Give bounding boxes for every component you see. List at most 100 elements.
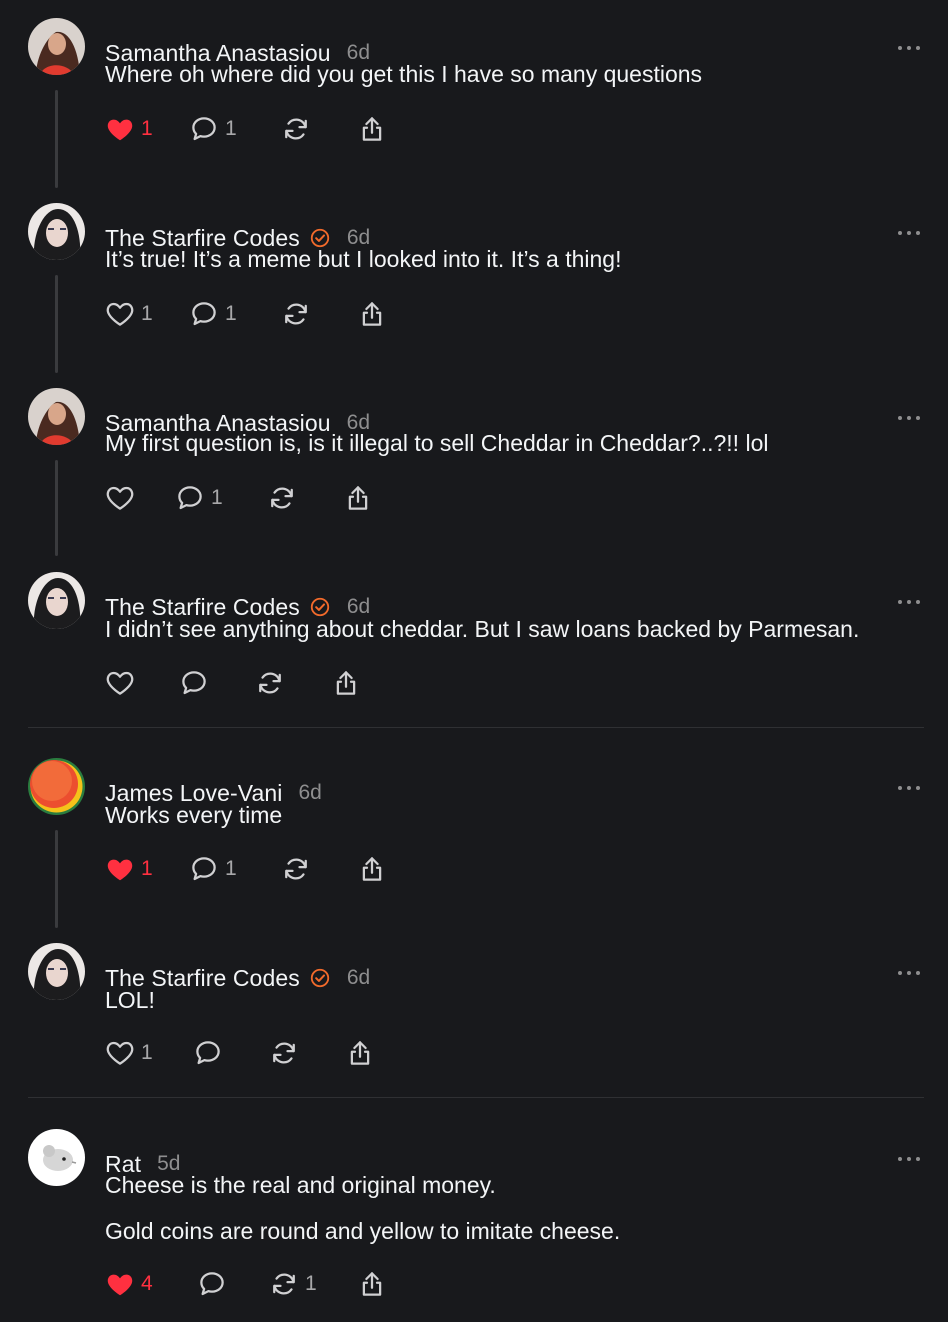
share-icon — [362, 857, 382, 881]
repost-icon — [285, 303, 307, 325]
more-options-icon[interactable] — [898, 967, 920, 979]
reply-post: Samantha Anastasiou 6d My first question… — [0, 388, 948, 568]
more-options-icon[interactable] — [898, 1153, 920, 1165]
reply-count: 1 — [211, 486, 223, 509]
avatar[interactable] — [28, 18, 85, 75]
reply-button[interactable]: 1 — [189, 297, 237, 331]
repost-icon — [285, 118, 307, 140]
avatar[interactable] — [28, 572, 85, 629]
heart-icon — [106, 1041, 134, 1065]
reply-button[interactable] — [197, 1267, 233, 1301]
like-count: 1 — [141, 1041, 153, 1064]
heart-icon — [107, 119, 133, 141]
like-button[interactable] — [105, 666, 141, 700]
share-icon — [336, 671, 356, 695]
repost-button[interactable] — [267, 481, 297, 515]
repost-button[interactable] — [269, 1036, 299, 1070]
reply-count: 1 — [225, 117, 237, 140]
repost-count: 1 — [305, 1272, 317, 1295]
more-options-icon[interactable] — [898, 782, 920, 794]
repost-icon — [271, 487, 293, 509]
reply-count: 1 — [225, 302, 237, 325]
repost-icon — [259, 672, 281, 694]
avatar[interactable] — [28, 203, 85, 260]
repost-button[interactable] — [281, 852, 311, 886]
reply-post: Samantha Anastasiou 6d Where oh where di… — [0, 18, 948, 198]
reply-button[interactable]: 1 — [189, 112, 237, 146]
heart-icon — [106, 671, 134, 695]
share-button[interactable] — [331, 666, 361, 700]
post-text: Where oh where did you get this I have s… — [105, 61, 703, 87]
share-button[interactable] — [357, 1267, 387, 1301]
more-options-icon[interactable] — [898, 42, 920, 54]
thread-line — [55, 460, 58, 556]
verified-badge-icon — [310, 597, 330, 617]
avatar[interactable] — [28, 388, 85, 445]
repost-button[interactable] — [281, 112, 311, 146]
avatar[interactable] — [28, 1129, 85, 1186]
reply-post: The Starfire Codes 6d It’s true! It’s a … — [0, 203, 948, 383]
comment-bubble-icon — [200, 1272, 224, 1296]
more-options-icon[interactable] — [898, 412, 920, 424]
heart-icon — [107, 859, 133, 881]
avatar[interactable] — [28, 943, 85, 1000]
more-options-icon[interactable] — [898, 596, 920, 608]
share-button[interactable] — [357, 852, 387, 886]
comment-bubble-icon — [192, 302, 216, 326]
share-button[interactable] — [357, 297, 387, 331]
post-time: 6d — [346, 966, 371, 989]
share-icon — [348, 486, 368, 510]
like-button[interactable]: 4 — [105, 1267, 153, 1301]
share-icon — [350, 1041, 370, 1065]
repost-icon — [273, 1042, 295, 1064]
share-icon — [362, 1272, 382, 1296]
repost-button[interactable] — [255, 666, 285, 700]
post-time: 6d — [298, 781, 322, 804]
reply-button[interactable] — [193, 1036, 229, 1070]
more-options-icon[interactable] — [898, 227, 920, 239]
reply-post: James Love-Vani 6d Works every time 1 1 — [0, 758, 948, 938]
reply-button[interactable] — [179, 666, 215, 700]
thread-line — [55, 90, 58, 188]
comment-bubble-icon — [192, 117, 216, 141]
repost-icon — [273, 1273, 295, 1295]
reply-post: The Starfire Codes 6d LOL! 1 — [0, 943, 948, 1083]
reply-post: Rat 5d Cheese is the real and original m… — [0, 1129, 948, 1319]
post-text-line: Cheese is the real and original money. — [105, 1172, 496, 1198]
reply-button[interactable]: 1 — [189, 852, 237, 886]
comment-bubble-icon — [178, 486, 202, 510]
reply-button[interactable]: 1 — [175, 481, 223, 515]
post-text: I didn’t see anything about cheddar. But… — [105, 616, 860, 642]
heart-icon — [106, 302, 134, 326]
avatar[interactable] — [28, 758, 85, 815]
repost-button[interactable]: 1 — [269, 1267, 317, 1301]
reply-count: 1 — [225, 857, 237, 880]
reply-post: The Starfire Codes 6d I didn’t see anyth… — [0, 572, 948, 712]
share-button[interactable] — [343, 481, 373, 515]
like-button[interactable]: 1 — [105, 852, 153, 886]
post-text: My first question is, is it illegal to s… — [105, 430, 769, 456]
like-button[interactable]: 1 — [105, 112, 153, 146]
heart-icon — [107, 1274, 133, 1296]
comment-bubble-icon — [192, 857, 216, 881]
comment-bubble-icon — [196, 1041, 220, 1065]
like-count: 1 — [141, 302, 153, 325]
heart-icon — [106, 486, 134, 510]
thread-divider — [28, 727, 924, 728]
repost-button[interactable] — [281, 297, 311, 331]
repost-icon — [285, 858, 307, 880]
share-button[interactable] — [357, 112, 387, 146]
like-button[interactable]: 1 — [105, 297, 153, 331]
thread-divider — [28, 1097, 924, 1098]
like-button[interactable] — [105, 481, 141, 515]
thread-line — [55, 830, 58, 928]
post-text: Works every time — [105, 802, 283, 828]
post-text: It’s true! It’s a meme but I looked into… — [105, 246, 622, 272]
share-button[interactable] — [345, 1036, 375, 1070]
replies-feed: Samantha Anastasiou 6d Where oh where di… — [0, 0, 948, 1322]
like-button[interactable]: 1 — [105, 1036, 153, 1070]
like-count: 4 — [141, 1272, 153, 1295]
share-icon — [362, 302, 382, 326]
share-icon — [362, 117, 382, 141]
comment-bubble-icon — [182, 671, 206, 695]
